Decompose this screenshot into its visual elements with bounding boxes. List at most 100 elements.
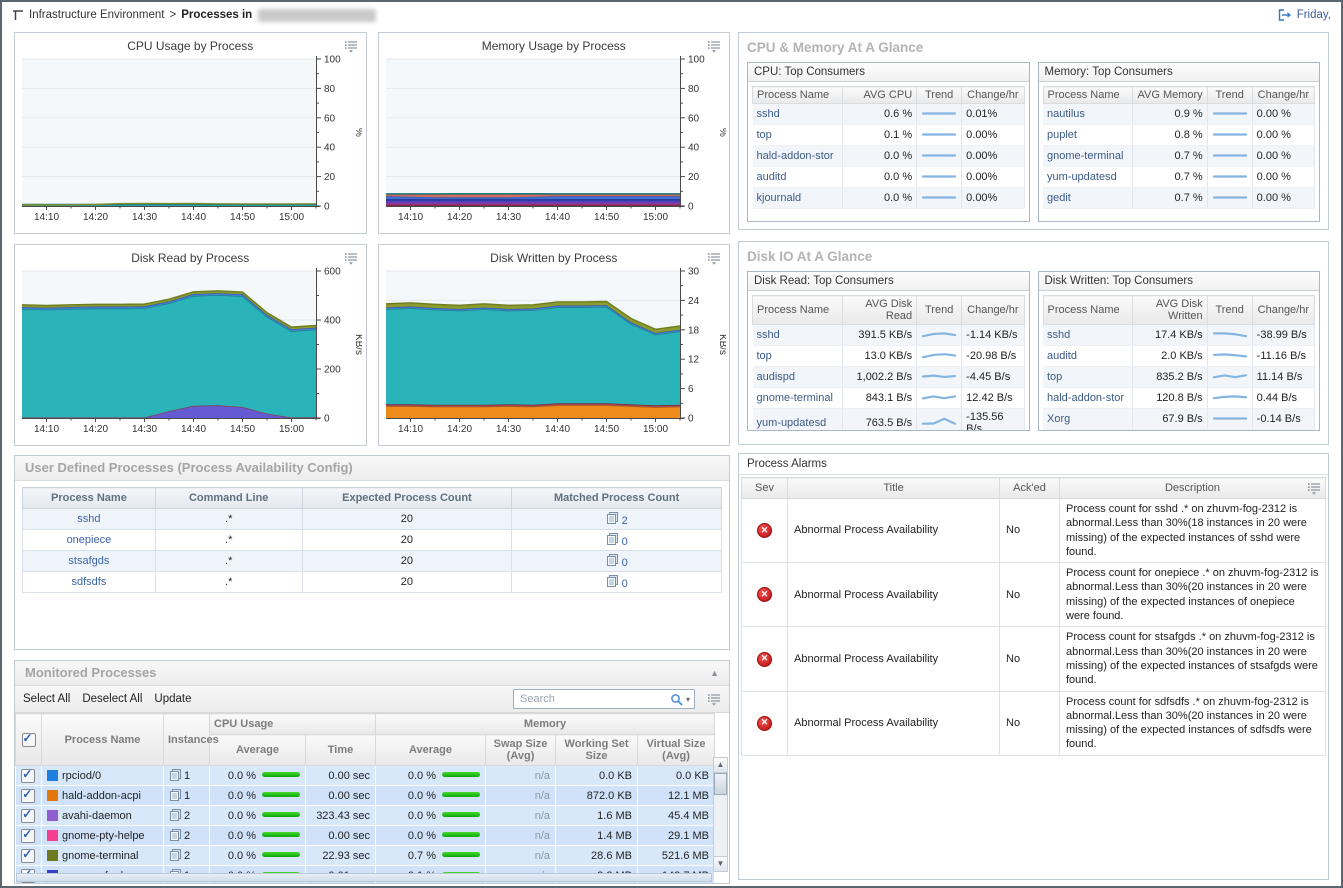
- column-header[interactable]: AVG CPU: [843, 87, 917, 104]
- process-link[interactable]: Xorg: [1047, 413, 1070, 425]
- scroll-up-button[interactable]: ▲: [714, 758, 727, 773]
- column-header[interactable]: Trend: [1207, 296, 1252, 325]
- table-row[interactable]: hald-addon-stor120.8 B/s0.44 B/s: [1043, 388, 1315, 409]
- severity-critical-icon[interactable]: ✕: [757, 587, 772, 602]
- process-link[interactable]: sshd: [757, 108, 780, 120]
- table-row[interactable]: Xorg67.9 B/s-0.14 B/s: [1043, 409, 1315, 430]
- process-link[interactable]: top: [757, 350, 772, 362]
- search-options-caret[interactable]: ▾: [686, 695, 690, 704]
- table-row[interactable]: nautilus0.9 %0.00 %: [1043, 104, 1315, 125]
- column-header[interactable]: Command Line: [155, 488, 302, 509]
- table-row[interactable]: sshd.*202: [23, 509, 722, 530]
- column-header[interactable]: Process Name: [753, 87, 843, 104]
- alarm-row[interactable]: ✕Abnormal Process AvailabilityNoProcess …: [742, 563, 1326, 627]
- table-row[interactable]: puplet0.8 %0.00 %: [1043, 125, 1315, 146]
- table-menu-icon[interactable]: [1307, 482, 1321, 495]
- row-checkbox[interactable]: [21, 769, 35, 783]
- column-header[interactable]: Title: [788, 478, 1000, 499]
- table-row[interactable]: sdfsdfs.*200: [23, 572, 722, 593]
- column-header[interactable]: Description: [1165, 482, 1220, 494]
- chart-menu-icon[interactable]: [344, 252, 358, 265]
- table-row[interactable]: top13.0 KB/s-20.98 B/s: [753, 346, 1025, 367]
- column-header[interactable]: Working Set Size: [556, 735, 638, 766]
- column-header[interactable]: Process Name: [1043, 296, 1133, 325]
- alarm-row[interactable]: ✕Abnormal Process AvailabilityNoProcess …: [742, 691, 1326, 755]
- column-header[interactable]: Average: [210, 735, 306, 766]
- matched-count[interactable]: 0: [622, 536, 628, 548]
- process-link[interactable]: auditd: [1047, 350, 1077, 362]
- select-all-checkbox[interactable]: [22, 733, 36, 747]
- column-header[interactable]: Change/hr: [962, 296, 1024, 325]
- column-header[interactable]: Trend: [917, 296, 962, 325]
- table-row[interactable]: kjournald0.0 %0.00%: [753, 188, 1025, 209]
- column-header[interactable]: Sev: [742, 478, 788, 499]
- table-row[interactable]: audispd1,002.2 B/s-4.45 B/s: [753, 367, 1025, 388]
- search-input[interactable]: [518, 692, 667, 706]
- column-header[interactable]: Trend: [917, 87, 962, 104]
- table-row[interactable]: hald-addon-stor0.0 %0.00%: [753, 146, 1025, 167]
- column-header[interactable]: Instances: [164, 714, 210, 766]
- process-link[interactable]: sshd: [757, 329, 780, 341]
- update-button[interactable]: Update: [154, 693, 191, 705]
- process-link[interactable]: hald-addon-stor: [1047, 392, 1124, 404]
- table-row[interactable]: gnome-terminal0.7 %0.00 %: [1043, 146, 1315, 167]
- column-header[interactable]: Process Name: [753, 296, 843, 325]
- search-icon[interactable]: [670, 693, 683, 706]
- process-link[interactable]: yum-updatesd: [757, 417, 827, 429]
- table-row[interactable]: sshd17.4 KB/s-38.99 B/s: [1043, 325, 1315, 346]
- process-link[interactable]: nautilus: [1047, 108, 1085, 120]
- column-header[interactable]: Change/hr: [1252, 296, 1314, 325]
- matched-count[interactable]: 0: [622, 578, 628, 590]
- alarm-row[interactable]: ✕Abnormal Process AvailabilityNoProcess …: [742, 499, 1326, 563]
- scrollbar-thumb[interactable]: [714, 773, 727, 795]
- process-link[interactable]: gnome-terminal: [757, 392, 833, 404]
- table-row[interactable]: top835.2 B/s11.14 B/s: [1043, 367, 1315, 388]
- column-header[interactable]: Process Name: [23, 488, 156, 509]
- collapse-icon[interactable]: ▲: [710, 661, 719, 685]
- topology-icon[interactable]: [12, 9, 24, 21]
- process-link[interactable]: top: [757, 129, 772, 141]
- table-row[interactable]: yum-updatesd0.7 %0.00 %: [1043, 167, 1315, 188]
- severity-critical-icon[interactable]: ✕: [757, 523, 772, 538]
- severity-critical-icon[interactable]: ✕: [757, 652, 772, 667]
- process-row[interactable]: avahi-daemon20.0 %323.43 sec0.0 %n/a1.6 …: [16, 806, 715, 826]
- row-checkbox[interactable]: [21, 829, 35, 843]
- process-link[interactable]: sdfsdfs: [71, 576, 106, 588]
- process-link[interactable]: onepiece: [67, 534, 112, 546]
- table-row[interactable]: gnome-terminal843.1 B/s12.42 B/s: [753, 388, 1025, 409]
- table-row[interactable]: sshd0.6 %0.01%: [753, 104, 1025, 125]
- select-all-button[interactable]: Select All: [23, 693, 70, 705]
- process-link[interactable]: audispd: [757, 371, 796, 383]
- row-checkbox[interactable]: [21, 849, 35, 863]
- chart-menu-icon[interactable]: [707, 40, 721, 53]
- process-link[interactable]: sshd: [1047, 329, 1070, 341]
- row-checkbox[interactable]: [21, 789, 35, 803]
- table-menu-icon[interactable]: [707, 693, 721, 706]
- column-header[interactable]: Expected Process Count: [302, 488, 512, 509]
- horizontal-scrollbar[interactable]: [16, 873, 712, 882]
- signout-icon[interactable]: [1278, 9, 1292, 21]
- table-row[interactable]: auditd0.0 %0.00%: [753, 167, 1025, 188]
- process-row[interactable]: rpciod/010.0 %0.00 sec0.0 %n/a0.0 KB0.0 …: [16, 766, 715, 786]
- deselect-all-button[interactable]: Deselect All: [82, 693, 142, 705]
- process-link[interactable]: kjournald: [757, 192, 802, 204]
- table-row[interactable]: gedit0.7 %0.00 %: [1043, 188, 1315, 209]
- process-row[interactable]: gnome-pty-helpe20.0 %0.00 sec0.0 %n/a1.4…: [16, 826, 715, 846]
- matched-count[interactable]: 0: [622, 557, 628, 569]
- column-header[interactable]: Process Name: [1043, 87, 1133, 104]
- table-row[interactable]: onepiece.*200: [23, 530, 722, 551]
- process-link[interactable]: gedit: [1047, 192, 1071, 204]
- process-link[interactable]: gnome-terminal: [1047, 150, 1123, 162]
- table-row[interactable]: sshd391.5 KB/s-1.14 KB/s: [753, 325, 1025, 346]
- process-row[interactable]: hald-addon-acpi10.0 %0.00 sec0.0 %n/a872…: [16, 786, 715, 806]
- column-header[interactable]: Change/hr: [962, 87, 1024, 104]
- table-row[interactable]: auditd2.0 KB/s-11.16 B/s: [1043, 346, 1315, 367]
- column-header[interactable]: Change/hr: [1252, 87, 1314, 104]
- alarm-row[interactable]: ✕Abnormal Process AvailabilityNoProcess …: [742, 627, 1326, 691]
- column-header[interactable]: Swap Size (Avg): [486, 735, 556, 766]
- column-header[interactable]: Matched Process Count: [512, 488, 722, 509]
- matched-count[interactable]: 2: [622, 515, 628, 527]
- process-link[interactable]: top: [1047, 371, 1062, 383]
- column-header[interactable]: Virtual Size (Avg): [638, 735, 715, 766]
- process-row[interactable]: gnome-terminal20.0 %22.93 sec0.7 %n/a28.…: [16, 846, 715, 866]
